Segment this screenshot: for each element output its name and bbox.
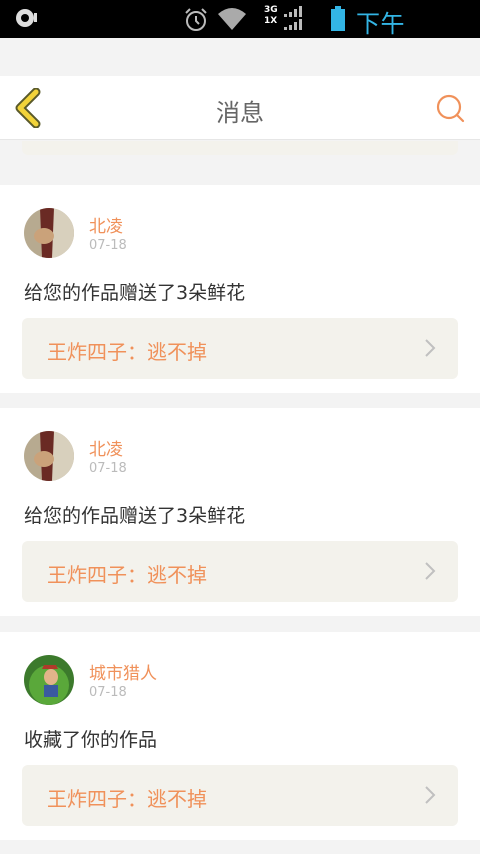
network-3g-label: 3G [264,5,278,15]
signal-icon [284,6,302,30]
message-date: 07-18 [89,685,127,700]
app-header: 消息 [0,76,480,140]
work-link[interactable]: 王炸四子：逃不掉 [22,318,458,379]
chevron-right-icon [425,562,436,580]
user-name[interactable]: 城市猎人 [89,659,157,684]
work-title: 王炸四子：逃不掉 [47,563,207,587]
wifi-icon [218,8,246,30]
page-title: 消息 [216,99,264,127]
message-date: 07-18 [89,238,127,253]
work-link[interactable]: 王炸四子：逃不掉 [22,765,458,826]
message-text: 给您的作品赠送了3朵鲜花 [24,505,246,527]
previous-work-link[interactable] [22,141,458,155]
network-1x-label: 1X [264,16,278,26]
message-card: 北凌 07-18 给您的作品赠送了3朵鲜花 王炸四子：逃不掉 [0,408,480,616]
message-card: 城市猎人 07-18 收藏了你的作品 王炸四子：逃不掉 [0,632,480,840]
message-card: 北凌 07-18 给您的作品赠送了3朵鲜花 王炸四子：逃不掉 [0,185,480,393]
alarm-icon [185,8,207,31]
avatar[interactable] [24,655,74,705]
message-text: 收藏了你的作品 [24,729,158,751]
message-text: 给您的作品赠送了3朵鲜花 [24,282,246,304]
search-icon[interactable] [434,94,466,124]
work-title: 王炸四子：逃不掉 [47,787,207,811]
avatar[interactable] [24,431,74,481]
top-spacer [0,38,480,76]
work-link[interactable]: 王炸四子：逃不掉 [22,541,458,602]
user-name[interactable]: 北凌 [89,212,123,237]
battery-icon [331,6,345,31]
previous-card-remnant [0,141,480,171]
status-bar: 3G 1X 下午 11:33 [0,0,480,67]
notification-icon [16,9,37,27]
avatar[interactable] [24,208,74,258]
user-name[interactable]: 北凌 [89,435,123,460]
work-title: 王炸四子：逃不掉 [47,340,207,364]
message-date: 07-18 [89,461,127,476]
chevron-right-icon [425,339,436,357]
chevron-right-icon [425,786,436,804]
